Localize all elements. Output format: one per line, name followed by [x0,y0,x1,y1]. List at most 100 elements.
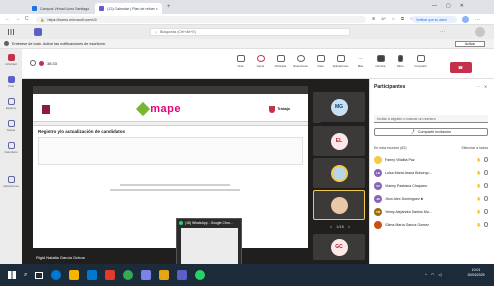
video-tile-photo[interactable] [313,158,365,188]
notification-banner: Entérese de todo. Active las notificacio… [0,39,494,49]
toolbar-chat-button[interactable]: Chat [232,55,249,68]
maximize-icon[interactable]: ▢ [446,3,451,9]
browser-tab[interactable]: Campus Virtual Liceo Santiago [28,3,93,14]
file-explorer-icon[interactable] [69,270,80,280]
participant-name: Gilma María García Gomez [385,222,429,227]
url-input[interactable]: 🔒 https://teams.microsoft.com/v2/ [36,16,366,23]
tab-label: (13) Calendar | Plan de refuer × [107,6,158,11]
thumbnail-header: (18) WhatsApp - Google Chro... [177,219,241,226]
grid-icon [316,55,325,62]
left-rail: Actividad Chat Equipos Tareas Calendario… [0,49,22,264]
pager-text: 1/16 [336,223,344,229]
teams-more-icon[interactable]: ··· [440,29,445,35]
mute-all-button[interactable]: Silenciar a todos [461,146,488,150]
video-tile-photo[interactable] [313,190,365,220]
toolbar-reactions-button[interactable]: Reacciones [292,55,309,68]
meeting-status: 38:33 [30,60,57,66]
search-input[interactable]: ⌕ Búsqueda (Ctrl+Alt+E) [150,28,350,36]
toolbar-people-button[interactable]: Gente [252,55,269,68]
video-tile[interactable]: EL [313,126,365,156]
extension-icon[interactable]: ⊞ [372,16,375,21]
participant-row[interactable]: VC Vianey Pastrana Chaparro ✋ [374,179,488,192]
tab-label: Campus Virtual Liceo Santiago [40,6,90,11]
edge-icon[interactable] [51,270,62,280]
rail-item-chat[interactable]: Chat [0,71,22,93]
close-icon[interactable]: ✕ [460,3,464,9]
windows-start-icon[interactable] [8,271,16,279]
rail-item-teams[interactable]: Equipos [0,93,22,115]
app-icon[interactable] [105,270,116,280]
chevron-up-icon[interactable]: ^ [425,272,427,277]
mic-icon [398,55,403,62]
taskbar-clock[interactable]: 10:01 20/04/2025 [460,268,492,278]
share-invite-button[interactable]: ⤴ Compartir invitación [374,128,488,136]
task-view-icon[interactable] [35,271,44,279]
avatar [374,220,382,229]
verify-identity-button[interactable]: Verificar que es usted [412,16,457,23]
section-toggle[interactable]: En esta reunión (82) [374,146,407,150]
participant-row[interactable]: LB Luisa María Arana Bohorqu... ✋ [374,166,488,179]
rail-item-assignments[interactable]: Tareas [0,115,22,137]
teams-icon[interactable] [177,270,188,280]
toolbar-buttons: Chat Gente Participar Reacciones Vista A… [232,55,429,68]
invite-input[interactable]: Invitar a alguien o marcar un número [374,115,488,123]
toolbar-more-button[interactable]: ··· Más [352,56,369,68]
toolbar-mic-button[interactable]: Micro [392,55,409,68]
participant-row[interactable]: Fanny Villalba Paz ✋ [374,153,488,166]
pager-next-icon[interactable]: > [348,224,350,229]
forward-icon[interactable]: → [15,16,20,22]
toolbar-apps-button[interactable]: Aplicaciones [332,55,349,68]
browser-menu-icon[interactable]: ··· [475,17,480,23]
toolbar-share-button[interactable]: Compartir [412,55,429,68]
participant-row[interactable]: Gilma María García Gomez ✋ [374,218,488,231]
minimize-icon[interactable]: — [432,3,437,9]
people-icon [256,55,265,62]
reload-icon[interactable]: C [25,16,29,22]
avatar: MG [330,98,348,116]
profile-avatar[interactable] [462,16,469,23]
video-tile[interactable]: GC [313,234,365,260]
clock-date: 20/04/2025 [467,273,485,277]
teams-icon [7,98,15,105]
volume-icon[interactable]: ◁ [438,272,441,277]
chrome-icon[interactable] [123,270,134,280]
toolbar-label: Micro [397,64,404,68]
close-panel-icon[interactable]: ✕ [484,84,487,89]
search-icon[interactable]: ⌕ [24,272,27,279]
split-screen-icon[interactable]: ⧉ [401,16,404,21]
favorites-star-icon[interactable]: ☆ [392,16,396,21]
hand-icon: ✋ [476,209,481,214]
toolbar-raise-hand-button[interactable]: Participar [272,55,289,68]
pager-prev-icon[interactable]: < [330,224,332,229]
apps-icon [7,176,15,183]
rail-item-calendar[interactable]: Calendario [0,137,22,159]
back-icon[interactable]: ← [5,16,10,22]
lock-icon: 🔒 [40,17,45,22]
store-icon[interactable] [87,270,98,280]
leave-meeting-button[interactable]: ☎ [450,62,472,73]
avatar-initials: VC [376,183,380,188]
logo-group: mape [136,101,181,117]
read-aloud-icon[interactable]: Aᵃ [381,16,385,21]
share-icon [416,55,425,62]
toolbar-view-button[interactable]: Vista [312,55,329,68]
wifi-icon[interactable]: ◠ [431,272,435,277]
new-tab-button[interactable]: + [167,4,171,10]
activate-notifications-button[interactable]: Activar [455,41,485,47]
app-icon[interactable] [141,270,152,280]
browser-tab-active[interactable]: (13) Calendar | Plan de refuer × [95,3,162,14]
avatar-initials: YM [375,209,381,214]
toolbar-camera-button[interactable]: Cámara [372,55,389,68]
meeting-toolbar: 38:33 Chat Gente Participar Reacciones V… [22,49,494,79]
rail-label: Calendario [4,150,18,154]
whatsapp-icon[interactable] [195,270,206,280]
rail-item-calls[interactable]: Aplicaciones [0,171,22,193]
participant-row[interactable]: YM Yeimy Alejandra Santos Mo... ✋ [374,205,488,218]
more-options-icon[interactable]: ··· [476,84,480,89]
apps-grid-icon[interactable] [8,29,14,35]
user-avatar[interactable] [475,27,485,37]
participant-row[interactable]: JD Jhon Alex Dominguez ♣ ✋ [374,192,488,205]
app-icon[interactable] [159,270,170,280]
rail-item-activity[interactable]: Actividad [0,49,22,71]
toolbar-label: Chat [237,64,244,68]
